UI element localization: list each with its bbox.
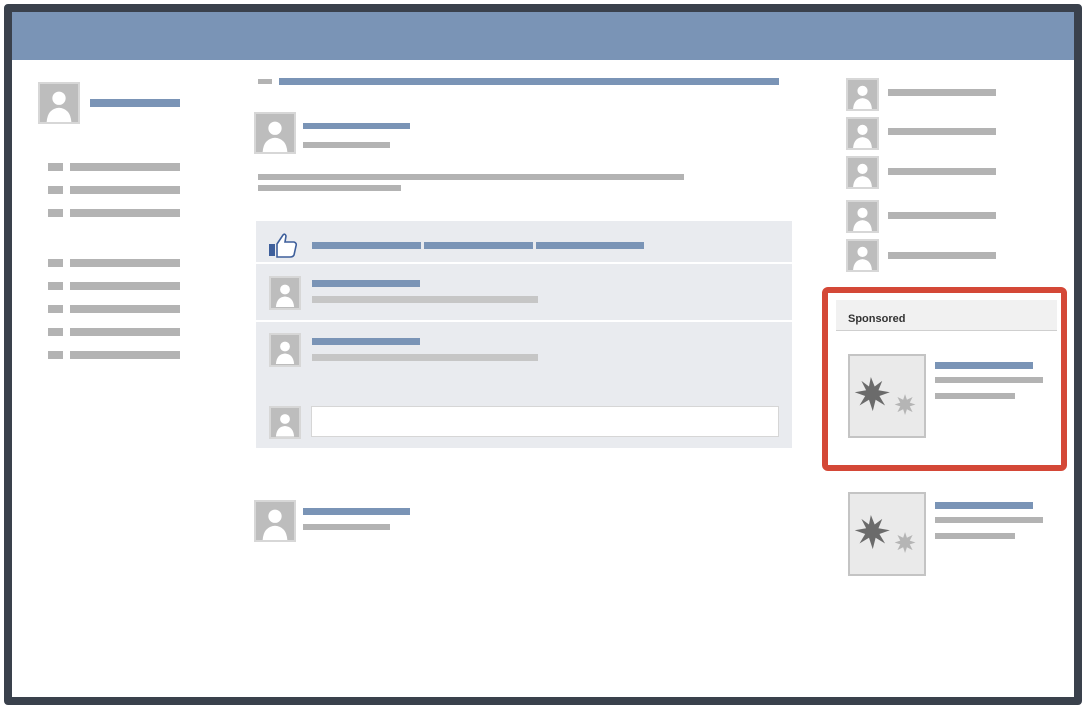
post-timestamp-placeholder[interactable] <box>303 142 390 148</box>
nav-item-placeholder[interactable] <box>70 209 180 217</box>
commenter-avatar <box>269 406 301 439</box>
nav-item-placeholder[interactable] <box>70 282 180 290</box>
ad-text-placeholder <box>935 533 1015 539</box>
starburst-icon <box>894 532 916 553</box>
sponsored-label: Sponsored <box>848 313 906 325</box>
post-author-name-placeholder[interactable] <box>303 123 410 129</box>
ad-image[interactable] <box>848 492 926 576</box>
nav-item-icon-placeholder <box>48 186 63 194</box>
contact-name-placeholder[interactable] <box>888 89 996 96</box>
nav-item-icon-placeholder <box>48 305 63 313</box>
comment-text-placeholder <box>312 354 538 361</box>
contact-avatar[interactable] <box>846 78 879 111</box>
nav-item-placeholder[interactable] <box>70 351 180 359</box>
ad-text-placeholder <box>935 393 1015 399</box>
contact-avatar[interactable] <box>846 239 879 272</box>
nav-item-placeholder[interactable] <box>70 163 180 171</box>
ad-text-placeholder <box>935 377 1043 383</box>
starburst-icon <box>894 394 916 415</box>
panel-divider <box>256 320 792 322</box>
nav-item-icon-placeholder <box>48 163 63 171</box>
starburst-icon <box>854 377 890 412</box>
nav-item-placeholder[interactable] <box>70 305 180 313</box>
ad-text-placeholder <box>935 517 1043 523</box>
like-name-placeholder[interactable] <box>424 242 533 249</box>
like-name-placeholder[interactable] <box>312 242 421 249</box>
nav-item-placeholder[interactable] <box>70 328 180 336</box>
like-name-placeholder[interactable] <box>536 242 644 249</box>
post-text-line <box>258 185 401 191</box>
contact-avatar[interactable] <box>846 200 879 233</box>
comment-input[interactable] <box>311 406 779 437</box>
starburst-icon <box>854 515 890 550</box>
feed-header-icon-placeholder <box>258 79 272 84</box>
post-author-name-placeholder[interactable] <box>303 508 410 515</box>
post-text-line <box>258 174 684 180</box>
profile-name-placeholder[interactable] <box>90 99 180 107</box>
post-author-avatar[interactable] <box>254 112 296 154</box>
post-timestamp-placeholder[interactable] <box>303 524 390 530</box>
nav-item-icon-placeholder <box>48 328 63 336</box>
nav-item-icon-placeholder <box>48 259 63 267</box>
comment-author-name-placeholder[interactable] <box>312 280 420 287</box>
sponsored-header: Sponsored <box>836 300 1057 331</box>
comment-author-name-placeholder[interactable] <box>312 338 420 345</box>
nav-item-placeholder[interactable] <box>70 186 180 194</box>
ad-title-placeholder[interactable] <box>935 362 1033 369</box>
comment-author-avatar[interactable] <box>269 276 301 310</box>
screen: Sponsored <box>0 0 1086 707</box>
profile-avatar[interactable] <box>38 82 80 124</box>
ad-image[interactable] <box>848 354 926 438</box>
contact-name-placeholder[interactable] <box>888 128 996 135</box>
top-navigation-bar <box>12 12 1074 60</box>
contact-name-placeholder[interactable] <box>888 212 996 219</box>
nav-item-placeholder[interactable] <box>70 259 180 267</box>
comment-text-placeholder <box>312 296 538 303</box>
contact-name-placeholder[interactable] <box>888 168 996 175</box>
contact-avatar[interactable] <box>846 117 879 150</box>
thumbs-up-icon[interactable] <box>268 232 298 258</box>
panel-divider <box>256 262 792 264</box>
feed-header-placeholder[interactable] <box>279 78 779 85</box>
nav-item-icon-placeholder <box>48 282 63 290</box>
ad-title-placeholder[interactable] <box>935 502 1033 509</box>
post-author-avatar[interactable] <box>254 500 296 542</box>
contact-name-placeholder[interactable] <box>888 252 996 259</box>
comment-author-avatar[interactable] <box>269 333 301 367</box>
nav-item-icon-placeholder <box>48 351 63 359</box>
contact-avatar[interactable] <box>846 156 879 189</box>
nav-item-icon-placeholder <box>48 209 63 217</box>
